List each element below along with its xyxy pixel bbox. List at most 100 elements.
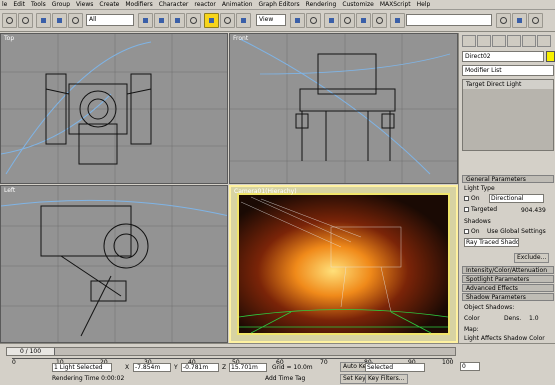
viewport-front[interactable]: Front <box>229 33 458 184</box>
menu-item-tools[interactable]: Tools <box>31 1 46 8</box>
menu-item-maxscript[interactable]: MAXScript <box>380 1 411 8</box>
viewport-camera[interactable]: Camera01(Hierachy) <box>229 185 458 343</box>
undo-icon[interactable] <box>2 13 17 28</box>
robot-top-wireframe <box>1 34 227 183</box>
select-by-name-icon[interactable] <box>154 13 169 28</box>
rollout-general-parameters[interactable]: General Parameters <box>462 175 554 183</box>
display-tab-icon[interactable] <box>522 35 536 47</box>
rollout-shadow[interactable]: Shadow Parameters <box>462 293 554 301</box>
angle-snap-icon[interactable] <box>340 13 355 28</box>
menu-item-rendering[interactable]: Rendering <box>306 1 337 8</box>
align-icon[interactable] <box>512 13 527 28</box>
targeted-label: Targeted <box>471 206 498 213</box>
percent-snap-icon[interactable] <box>356 13 371 28</box>
target-distance: 904.439 <box>521 207 546 214</box>
menu-item-help[interactable]: Help <box>417 1 431 8</box>
light-on-check[interactable] <box>464 196 469 201</box>
stack-item-target-direct-light[interactable]: Target Direct Light <box>463 80 553 89</box>
utilities-tab-icon[interactable] <box>537 35 551 47</box>
motion-tab-icon[interactable] <box>507 35 521 47</box>
select-and-move-icon[interactable] <box>204 13 219 28</box>
mirror-icon[interactable] <box>496 13 511 28</box>
viewport-label-front[interactable]: Front <box>233 35 248 42</box>
shadows-on-label: On <box>471 228 480 235</box>
use-global-settings[interactable]: Use Global Settings <box>487 228 546 235</box>
rectangular-selection-icon[interactable] <box>170 13 185 28</box>
menu-item-character[interactable]: Character <box>159 1 189 8</box>
selection-filter-dropdown[interactable]: All <box>86 14 134 26</box>
viewport-left[interactable]: Left <box>0 185 228 343</box>
light-on-checkbox[interactable]: On <box>464 195 480 202</box>
add-time-tag[interactable]: Add Time Tag <box>265 375 305 382</box>
light-type-label: Light Type <box>464 185 495 192</box>
shadows-on-check[interactable] <box>464 229 469 234</box>
menu-item-reactor[interactable]: reactor <box>194 1 216 8</box>
select-and-rotate-icon[interactable] <box>220 13 235 28</box>
robot-left-wireframe <box>1 186 227 342</box>
menu-item-create[interactable]: Create <box>99 1 119 8</box>
spinner-snap-icon[interactable] <box>372 13 387 28</box>
shadow-type-dropdown[interactable]: Ray Traced Shadows <box>464 238 519 247</box>
menu-item-file[interactable]: le <box>2 1 7 8</box>
redo-icon[interactable] <box>18 13 33 28</box>
render-scene-icon[interactable] <box>528 13 543 28</box>
create-tab-icon[interactable] <box>462 35 476 47</box>
viewport-label-left[interactable]: Left <box>4 187 15 194</box>
time-slider[interactable]: 0 / 100 <box>6 347 456 356</box>
menu-item-group[interactable]: Group <box>52 1 70 8</box>
hierarchy-tab-icon[interactable] <box>492 35 506 47</box>
current-frame-field[interactable]: 0 <box>460 362 480 371</box>
menu-item-animation[interactable]: Animation <box>222 1 253 8</box>
select-manipulate-icon[interactable] <box>306 13 321 28</box>
reference-coordinate-dropdown[interactable]: View <box>256 14 286 26</box>
x-label: X <box>125 364 130 371</box>
modifier-list-dropdown[interactable]: Modifier List <box>462 65 554 76</box>
rollout-intensity[interactable]: Intensity/Color/Attenuation <box>462 266 554 274</box>
robot-front-wireframe <box>230 34 457 183</box>
viewport-top[interactable]: Top <box>0 33 228 184</box>
time-slider-thumb[interactable]: 0 / 100 <box>7 348 55 355</box>
exclude-button[interactable]: Exclude... <box>514 253 550 263</box>
viewport-label-camera[interactable]: Camera01(Hierachy) <box>234 188 297 195</box>
menu-item-graph-editors[interactable]: Graph Editors <box>258 1 299 8</box>
modify-tab-icon[interactable] <box>477 35 491 47</box>
link-icon[interactable] <box>36 13 51 28</box>
named-selection-icon[interactable] <box>390 13 405 28</box>
modifier-stack[interactable]: Target Direct Light <box>462 79 554 151</box>
key-filters-button[interactable]: Key Filters... <box>365 374 408 384</box>
menu-item-views[interactable]: Views <box>76 1 93 8</box>
light-type-dropdown[interactable]: Directional <box>489 194 544 203</box>
z-label: Z <box>222 364 227 371</box>
menu-item-modifiers[interactable]: Modifiers <box>125 1 152 8</box>
targeted-check[interactable] <box>464 207 469 212</box>
window-crossing-icon[interactable] <box>186 13 201 28</box>
z-coordinate-field[interactable]: 15.701m <box>229 363 267 372</box>
unlink-icon[interactable] <box>52 13 67 28</box>
light-affects-shadow-color[interactable]: Light Affects Shadow Color <box>464 335 545 342</box>
bind-space-warp-icon[interactable] <box>68 13 83 28</box>
select-and-scale-icon[interactable] <box>236 13 251 28</box>
snaps-toggle-icon[interactable] <box>324 13 339 28</box>
prompt-line: Rendering Time 0:00:02 <box>52 375 125 382</box>
density-label: Dens. <box>504 315 522 322</box>
rollout-spotlight[interactable]: Spotlight Parameters <box>462 275 554 283</box>
select-object-icon[interactable] <box>138 13 153 28</box>
named-selection-dropdown[interactable] <box>406 14 492 26</box>
object-color-swatch[interactable] <box>546 51 555 62</box>
y-coordinate-field[interactable]: -0.781m <box>181 363 219 372</box>
viewport-label-top[interactable]: Top <box>4 35 14 42</box>
y-label: Y <box>174 364 178 371</box>
command-panel-tabs <box>462 35 552 47</box>
x-coordinate-field[interactable]: -7.854m <box>133 363 171 372</box>
menu-item-edit[interactable]: Edit <box>13 1 25 8</box>
key-mode-dropdown[interactable]: Selected <box>365 363 425 372</box>
menu-item-customize[interactable]: Customize <box>342 1 374 8</box>
targeted-checkbox[interactable]: Targeted <box>464 206 497 213</box>
density-value[interactable]: 1.0 <box>529 315 539 322</box>
tick-0: 0 <box>12 359 16 366</box>
pivot-center-icon[interactable] <box>290 13 305 28</box>
object-name-field[interactable]: Direct02 <box>462 51 544 62</box>
rollout-advanced[interactable]: Advanced Effects <box>462 284 554 292</box>
shadows-on-checkbox[interactable]: On <box>464 228 480 235</box>
object-shadows-label: Object Shadows: <box>464 304 515 311</box>
